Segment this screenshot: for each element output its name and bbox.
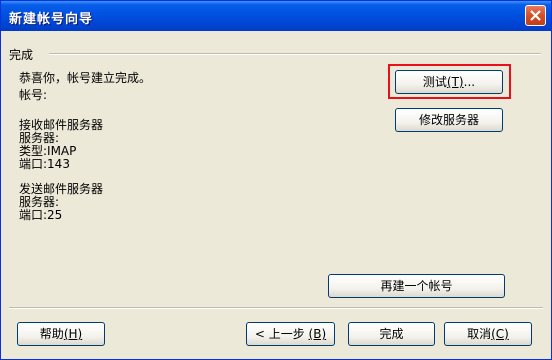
- window-title: 新建帐号向导: [9, 12, 94, 27]
- footer-divider: [9, 307, 543, 309]
- incoming-port-label: 端口:143: [19, 157, 70, 171]
- cancel-button-accel: (C): [491, 327, 509, 341]
- group-legend: 完成: [9, 48, 34, 62]
- new-account-button[interactable]: 再建一个帐号: [328, 274, 505, 298]
- help-button[interactable]: 帮助(H): [17, 322, 105, 346]
- title-bar[interactable]: 新建帐号向导: [1, 1, 551, 31]
- test-button-accel: (T): [446, 75, 464, 89]
- close-button[interactable]: [525, 5, 546, 26]
- back-button-accel: (B): [308, 327, 327, 341]
- outgoing-port-label: 端口:25: [19, 208, 63, 222]
- account-label: 帐号:: [19, 88, 48, 102]
- cancel-button[interactable]: 取消(C): [444, 322, 532, 346]
- new-account-wizard-window: 新建帐号向导 完成 恭喜你，帐号建立完成。 帐号: 接收邮件服务器 服务器: 类…: [0, 0, 552, 360]
- cancel-button-label: 取消: [467, 327, 492, 341]
- help-button-label: 帮助: [39, 327, 64, 341]
- test-button-ellipsis: ...: [463, 75, 476, 89]
- test-button-label: 测试: [422, 75, 447, 89]
- test-button[interactable]: 测试(T)...: [395, 70, 503, 94]
- finish-button[interactable]: 完成: [348, 322, 435, 346]
- help-button-accel: (H): [63, 327, 83, 341]
- back-button-label: < 上一步: [254, 327, 309, 341]
- group-divider: [49, 53, 541, 55]
- back-button[interactable]: < 上一步 (B): [246, 322, 335, 346]
- modify-server-button[interactable]: 修改服务器: [395, 108, 503, 132]
- close-x-icon: [530, 10, 541, 21]
- congrats-text: 恭喜你，帐号建立完成。: [19, 71, 152, 85]
